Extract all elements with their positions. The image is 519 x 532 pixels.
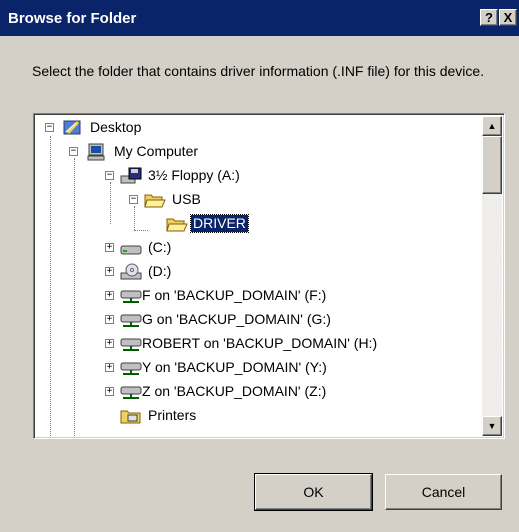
arrow-up-icon: ▲	[487, 121, 497, 131]
desktop-icon	[63, 120, 81, 135]
cd-drive-icon	[120, 263, 142, 280]
tree-item-label-selected: DRIVER	[190, 214, 249, 233]
collapse-icon[interactable]: −	[105, 171, 114, 180]
arrow-down-icon: ▼	[487, 421, 497, 431]
tree-item-label: Y on 'BACKUP_DOMAIN' (Y:)	[142, 359, 327, 375]
cancel-button-label: Cancel	[421, 484, 466, 500]
title-bar[interactable]: Browse for Folder ? X	[0, 0, 519, 36]
network-drive-icon	[120, 362, 142, 375]
expand-icon[interactable]: +	[105, 339, 114, 348]
tree-item-drive-d[interactable]: + (D:)	[36, 260, 476, 284]
close-icon: X	[503, 10, 513, 25]
scroll-down-button[interactable]: ▼	[482, 416, 502, 436]
collapse-icon[interactable]: −	[45, 123, 54, 132]
expand-icon[interactable]: +	[105, 363, 114, 372]
ok-button[interactable]: OK	[254, 473, 373, 511]
expand-icon[interactable]: +	[105, 387, 114, 396]
expand-icon[interactable]: +	[105, 291, 114, 300]
close-button[interactable]: X	[499, 9, 517, 26]
scroll-up-button[interactable]: ▲	[482, 116, 502, 136]
ok-button-label: OK	[303, 484, 324, 500]
expand-icon[interactable]: +	[105, 243, 114, 252]
tree-item-label: (D:)	[148, 263, 172, 279]
expand-icon[interactable]: +	[105, 315, 114, 324]
tree-item-drive-g[interactable]: + G on 'BACKUP_DOMAIN' (G:)	[36, 308, 476, 332]
cancel-button[interactable]: Cancel	[385, 474, 502, 510]
instruction-text: Select the folder that contains driver i…	[32, 63, 485, 79]
tree-item-drive-y[interactable]: + Y on 'BACKUP_DOMAIN' (Y:)	[36, 356, 476, 380]
expand-icon[interactable]: +	[105, 267, 114, 276]
tree-item-label: My Computer	[114, 143, 199, 159]
tree-item-drive-c[interactable]: + (C:)	[36, 236, 476, 260]
network-drive-icon	[120, 338, 142, 351]
tree-item-drive-f[interactable]: + F on 'BACKUP_DOMAIN' (F:)	[36, 284, 476, 308]
tree-item-driver[interactable]: DRIVER	[36, 212, 476, 236]
window-title: Browse for Folder	[8, 9, 137, 27]
help-button[interactable]: ?	[480, 9, 498, 26]
hard-drive-icon	[120, 245, 142, 255]
collapse-icon[interactable]: −	[69, 147, 78, 156]
open-folder-icon	[144, 194, 166, 208]
tree-item-my-computer[interactable]: − My Computer	[36, 140, 476, 164]
open-folder-icon	[166, 218, 188, 232]
tree-item-label: USB	[172, 191, 201, 207]
network-drive-icon	[120, 386, 142, 399]
tree-item-desktop[interactable]: − Desktop	[36, 116, 476, 140]
tree-item-label: (C:)	[148, 239, 172, 255]
vertical-scrollbar[interactable]: ▲ ▼	[482, 116, 502, 436]
tree-item-drive-h[interactable]: + ROBERT on 'BACKUP_DOMAIN' (H:)	[36, 332, 476, 356]
tree-item-label: Printers	[148, 407, 197, 423]
tree-item-label: F on 'BACKUP_DOMAIN' (F:)	[142, 287, 327, 303]
tree-item-usb[interactable]: − USB	[36, 188, 476, 212]
scrollbar-thumb[interactable]	[482, 136, 502, 194]
folder-tree: − Desktop − My Computer − 3½ Floppy (A:)…	[36, 116, 482, 436]
help-icon: ?	[485, 10, 493, 25]
tree-item-label: Desktop	[90, 119, 142, 135]
printers-folder-icon	[120, 410, 141, 424]
computer-icon	[87, 143, 105, 161]
network-drive-icon	[120, 290, 142, 303]
tree-item-label: 3½ Floppy (A:)	[148, 167, 240, 183]
folder-tree-view[interactable]: − Desktop − My Computer − 3½ Floppy (A:)…	[33, 113, 505, 439]
tree-item-label: Z on 'BACKUP_DOMAIN' (Z:)	[142, 383, 327, 399]
tree-item-floppy[interactable]: − 3½ Floppy (A:)	[36, 164, 476, 188]
tree-item-drive-z[interactable]: + Z on 'BACKUP_DOMAIN' (Z:)	[36, 380, 476, 404]
tree-item-printers[interactable]: Printers	[36, 404, 476, 428]
network-drive-icon	[120, 314, 142, 327]
tree-item-label: G on 'BACKUP_DOMAIN' (G:)	[142, 311, 331, 327]
floppy-drive-icon	[120, 167, 142, 184]
tree-item-label: ROBERT on 'BACKUP_DOMAIN' (H:)	[142, 335, 378, 351]
collapse-icon[interactable]: −	[129, 195, 138, 204]
